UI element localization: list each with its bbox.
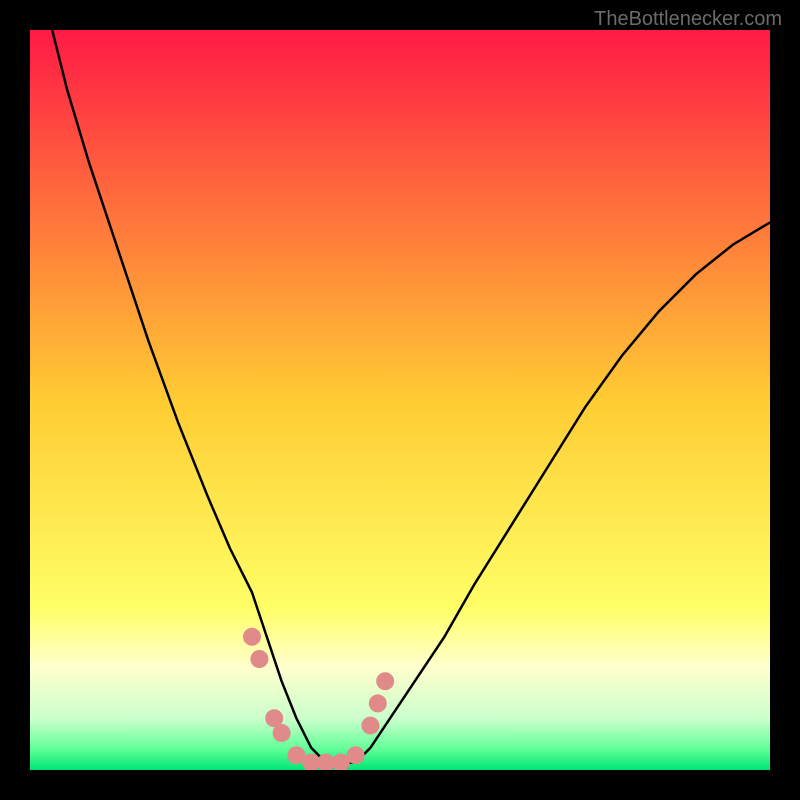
marker-dot xyxy=(376,672,394,690)
chart-background xyxy=(30,30,770,770)
marker-dot xyxy=(361,717,379,735)
watermark-text: TheBottlenecker.com xyxy=(594,8,782,31)
marker-dot xyxy=(347,746,365,764)
marker-dot xyxy=(250,650,268,668)
bottleneck-chart xyxy=(30,30,770,770)
marker-dot xyxy=(243,628,261,646)
marker-dot xyxy=(369,694,387,712)
marker-dot xyxy=(273,724,291,742)
